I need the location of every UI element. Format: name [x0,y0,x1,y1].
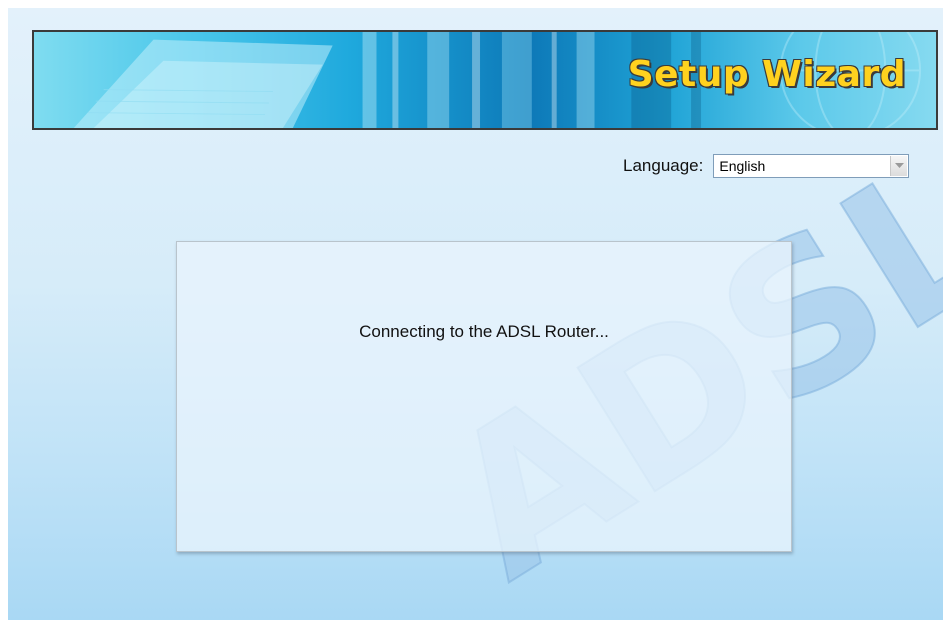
chevron-down-icon[interactable] [890,156,908,176]
status-message: Connecting to the ADSL Router... [359,322,609,341]
language-selected-value: English [719,158,766,174]
language-selector-row: Language: English [623,154,910,178]
status-panel: Connecting to the ADSL Router... [176,241,792,552]
language-label: Language: [623,156,704,175]
setup-wizard-window: Setup Wizard Language: English ADSL Conn… [8,8,943,620]
page-title: Setup Wizard [627,54,906,95]
header-banner: Setup Wizard [32,30,938,130]
language-select[interactable]: English [713,154,910,178]
